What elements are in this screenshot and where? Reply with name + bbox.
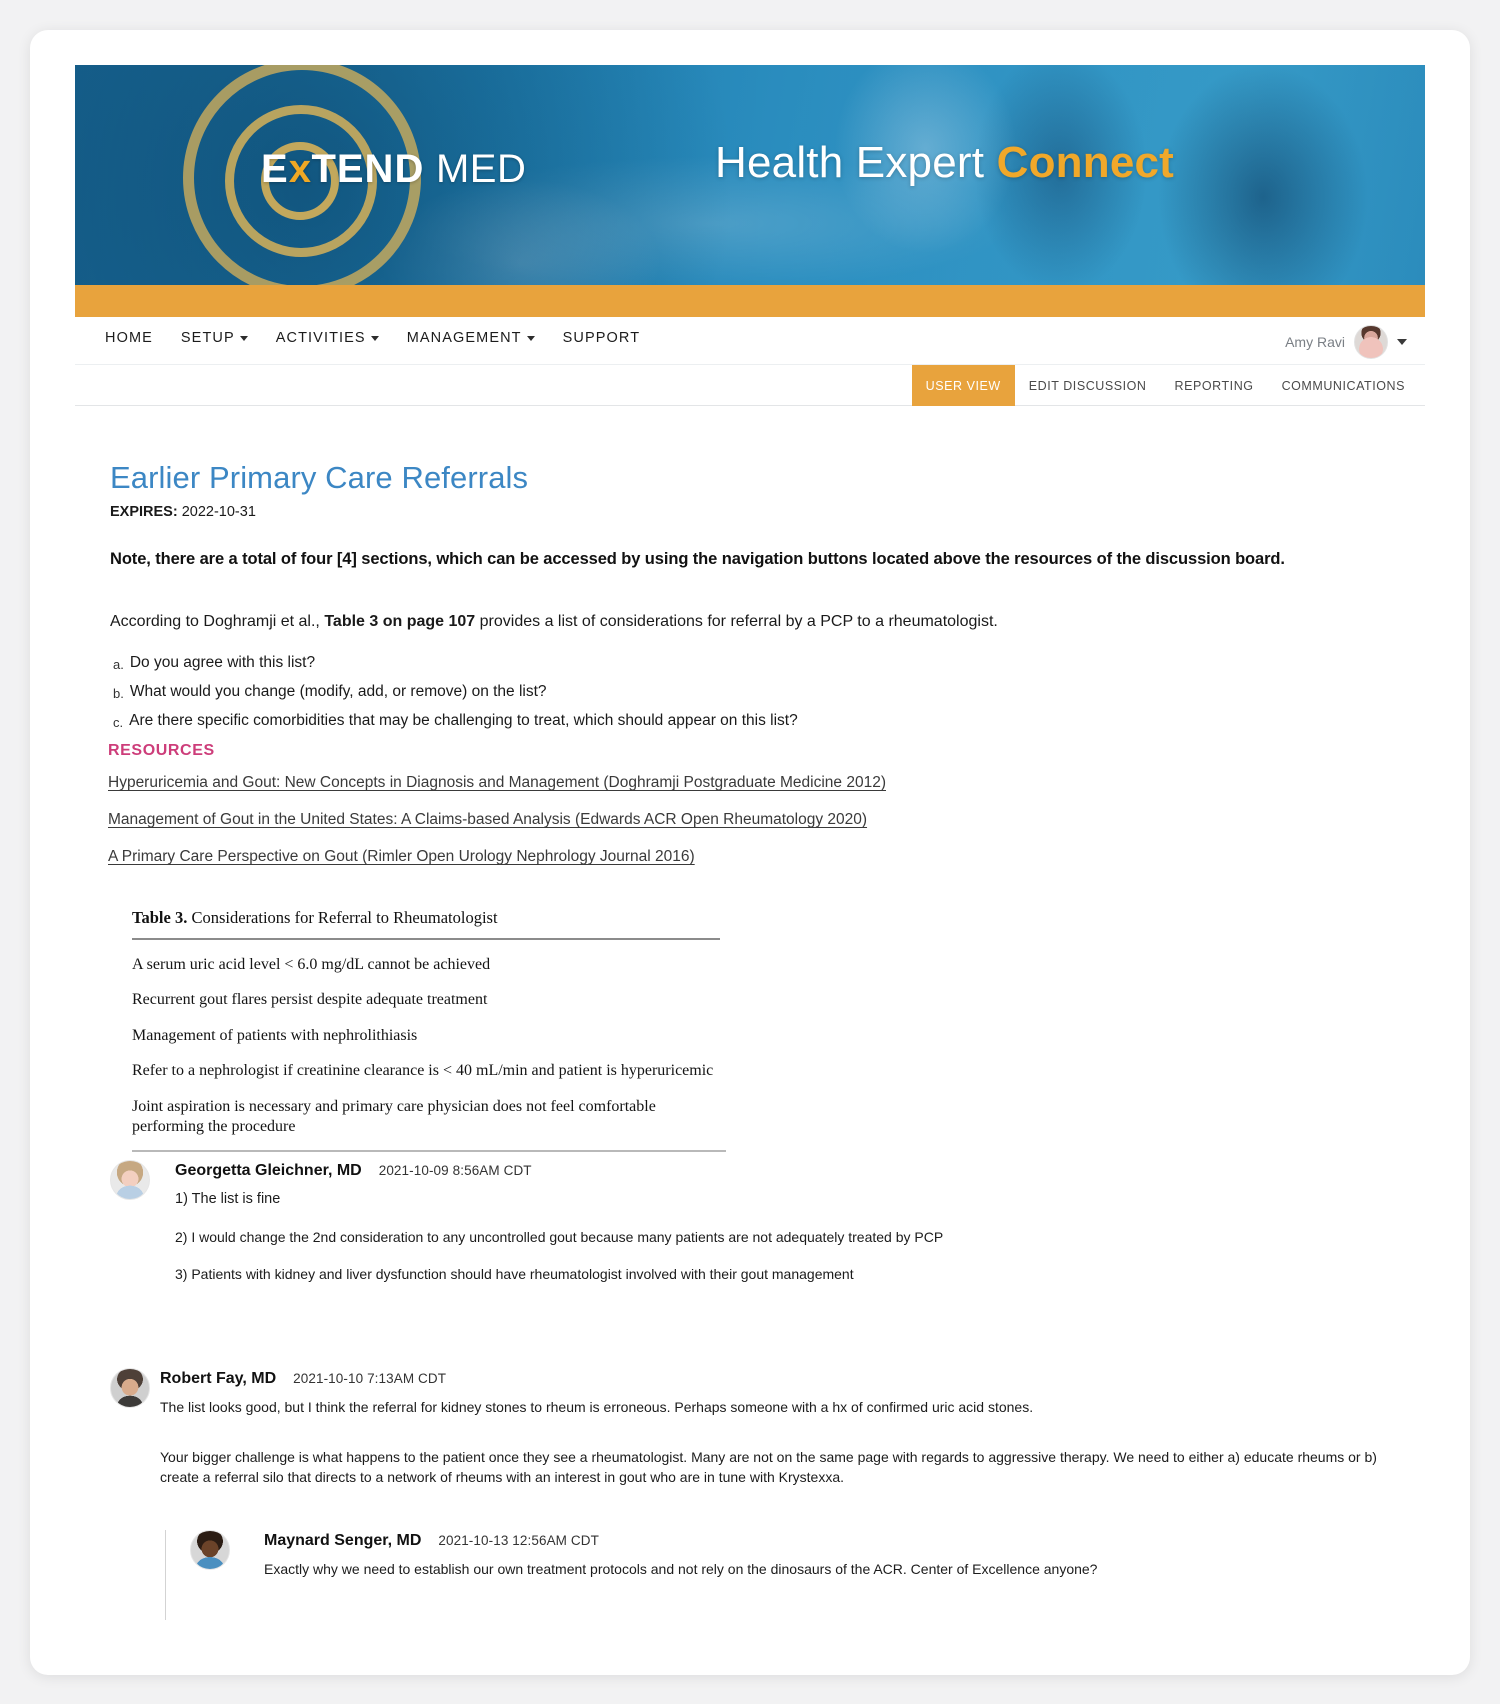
question-text: What would you change (modify, add, or r… <box>129 683 547 700</box>
table-3-caption: Table 3. Considerations for Referral to … <box>132 900 720 938</box>
resource-link-3[interactable]: A Primary Care Perspective on Gout (Riml… <box>108 848 886 866</box>
comment-timestamp: 2021-10-13 12:56AM CDT <box>438 1532 599 1548</box>
user-name-label: Amy Ravi <box>1285 334 1345 350</box>
avatar <box>110 1160 150 1200</box>
list-item: c. Are there specific comorbidities that … <box>113 712 798 730</box>
page-title: Earlier Primary Care Referrals <box>110 460 529 495</box>
tab-edit-discussion[interactable]: EDIT DISCUSSION <box>1015 365 1161 406</box>
table-row: Joint aspiration is necessary and primar… <box>132 1097 656 1136</box>
resource-link-2[interactable]: Management of Gout in the United States:… <box>108 811 886 829</box>
avatar <box>190 1529 230 1570</box>
comment-author: Maynard Senger, MD <box>264 1531 422 1549</box>
resources-heading: RESOURCES <box>108 742 215 759</box>
chevron-down-icon <box>370 335 379 341</box>
comment-content: Robert Fay, MD 2021-10-10 7:13AM CDT The… <box>110 1368 1400 1488</box>
intro-post: provides a list of considerations for re… <box>475 613 998 630</box>
question-text: Are there specific comorbidities that ma… <box>129 712 798 729</box>
app-window: ExTEND MED Health Expert Connect HOME SE… <box>30 30 1470 1675</box>
table-3-bottom-rule <box>132 1149 726 1152</box>
comment-paragraph: Exactly why we need to establish our own… <box>264 1560 1098 1577</box>
tab-reporting[interactable]: REPORTING <box>1161 365 1268 406</box>
tagline-main: Health Expert <box>715 138 997 187</box>
nav-link-list: HOME SETUP ACTIVITIES MANAGEMENT SUPPORT <box>105 330 640 346</box>
comment-author: Georgetta Gleichner, MD <box>175 1162 362 1179</box>
brand-logo: ExTEND MED <box>261 147 526 192</box>
avatar <box>1354 325 1388 359</box>
chevron-down-icon <box>526 335 535 341</box>
banner-orange-strip <box>75 285 1425 317</box>
nav-item-management-label: MANAGEMENT <box>406 330 522 346</box>
table-3-caption-bold: Table 3. <box>132 908 188 927</box>
question-marker: b. <box>113 686 124 701</box>
expires-line: EXPIRES: 2022-10-31 <box>110 504 256 520</box>
table-row: Management of patients with nephrolithia… <box>132 1026 418 1044</box>
nav-item-management[interactable]: MANAGEMENT <box>407 330 535 346</box>
comment: Robert Fay, MD 2021-10-10 7:13AM CDT The… <box>110 1367 1400 1488</box>
comment-content: Georgetta Gleichner, MD 2021-10-09 8:56A… <box>110 1160 1400 1285</box>
tab-communications[interactable]: COMMUNICATIONS <box>1268 365 1419 406</box>
question-text: Do you agree with this list? <box>129 654 316 671</box>
table-row: Recurrent gout flares persist despite ad… <box>132 991 488 1009</box>
intro-pre: According to Doghramji et al., <box>110 613 325 630</box>
table-3-figure: Table 3. Considerations for Referral to … <box>120 900 726 1152</box>
comment-header: Maynard Senger, MD 2021-10-13 12:56AM CD… <box>264 1532 1400 1550</box>
comment-body: Exactly why we need to establish our own… <box>264 1550 1400 1579</box>
nav-item-home[interactable]: HOME <box>105 330 153 346</box>
chevron-down-icon[interactable] <box>1397 339 1407 345</box>
brand-tend: TEND <box>311 147 425 191</box>
comment-thread: Georgetta Gleichner, MD 2021-10-09 8:56A… <box>110 1160 1400 1620</box>
comment-timestamp: 2021-10-09 8:56AM CDT <box>378 1163 532 1178</box>
nav-item-support[interactable]: SUPPORT <box>563 330 641 346</box>
list-item: b. What would you change (modify, add, or… <box>113 683 798 701</box>
resources-link-list: Hyperuricemia and Gout: New Concepts in … <box>108 774 886 866</box>
intro-bold: Table 3 on page 107 <box>324 613 476 630</box>
nav-item-support-label: SUPPORT <box>562 330 641 346</box>
nav-item-setup-label: SETUP <box>180 330 235 346</box>
comment: Georgetta Gleichner, MD 2021-10-09 8:56A… <box>110 1160 1400 1285</box>
main-navigation: HOME SETUP ACTIVITIES MANAGEMENT SUPPORT… <box>75 317 1425 365</box>
expires-value: 2022-10-31 <box>181 504 256 520</box>
view-tab-list: USER VIEW EDIT DISCUSSION REPORTING COMM… <box>911 365 1419 406</box>
comment-body: The list looks good, but I think the ref… <box>160 1388 1400 1488</box>
banner-tagline: Health Expert Connect <box>715 138 1174 188</box>
site-banner: ExTEND MED Health Expert Connect <box>75 65 1425 285</box>
chevron-down-icon <box>239 335 248 341</box>
nav-item-activities-label: ACTIVITIES <box>275 330 366 346</box>
brand-e: E <box>261 147 289 191</box>
brand-med: MED <box>435 147 527 191</box>
table-row: Refer to a nephrologist if creatinine cl… <box>132 1062 714 1080</box>
view-tabstrip: USER VIEW EDIT DISCUSSION REPORTING COMM… <box>75 365 1425 406</box>
comment-reply: Maynard Senger, MD 2021-10-13 12:56AM CD… <box>165 1529 1400 1620</box>
comment-paragraph: Your bigger challenge is what happens to… <box>160 1448 1377 1486</box>
question-marker: a. <box>113 657 124 672</box>
tab-user-view[interactable]: USER VIEW <box>911 365 1015 406</box>
tagline-accent: Connect <box>996 138 1175 187</box>
question-list: a. Do you agree with this list? b. What wo… <box>113 643 798 730</box>
brand-x: x <box>288 147 312 191</box>
app-root: ExTEND MED Health Expert Connect HOME SE… <box>0 0 1500 1704</box>
section-note: Note, there are a total of four [4] sect… <box>110 550 1285 568</box>
comment-paragraph: 1) The list is fine <box>175 1191 281 1207</box>
resource-link-1[interactable]: Hyperuricemia and Gout: New Concepts in … <box>108 774 886 792</box>
nav-item-activities[interactable]: ACTIVITIES <box>276 330 379 346</box>
table-row: A serum uric acid level < 6.0 mg/dL cann… <box>132 956 491 973</box>
nav-item-setup[interactable]: SETUP <box>181 330 248 346</box>
expires-label: EXPIRES: <box>110 504 178 520</box>
comment-timestamp: 2021-10-10 7:13AM CDT <box>293 1370 447 1386</box>
avatar <box>110 1367 150 1408</box>
comment-author: Robert Fay, MD <box>160 1369 277 1387</box>
question-marker: c. <box>113 715 124 730</box>
comment-content: Maynard Senger, MD 2021-10-13 12:56AM CD… <box>190 1530 1400 1579</box>
comment-paragraph: The list looks good, but I think the ref… <box>160 1398 1034 1415</box>
comment-paragraph: 2) I would change the 2nd consideration … <box>175 1229 944 1246</box>
nav-item-home-label: HOME <box>105 330 153 346</box>
comment-body: 1) The list is fine 2) I would change th… <box>175 1180 1400 1285</box>
comment-header: Robert Fay, MD 2021-10-10 7:13AM CDT <box>160 1370 1400 1388</box>
comment-header: Georgetta Gleichner, MD 2021-10-09 8:56A… <box>175 1162 1400 1180</box>
comment-paragraph: 3) Patients with kidney and liver dysfun… <box>175 1266 854 1283</box>
intro-paragraph: According to Doghramji et al., Table 3 o… <box>110 613 998 631</box>
user-menu[interactable]: Amy Ravi <box>1285 325 1407 359</box>
list-item: a. Do you agree with this list? <box>113 654 798 672</box>
table-3-caption-rest: Considerations for Referral to Rheumatol… <box>187 908 498 927</box>
